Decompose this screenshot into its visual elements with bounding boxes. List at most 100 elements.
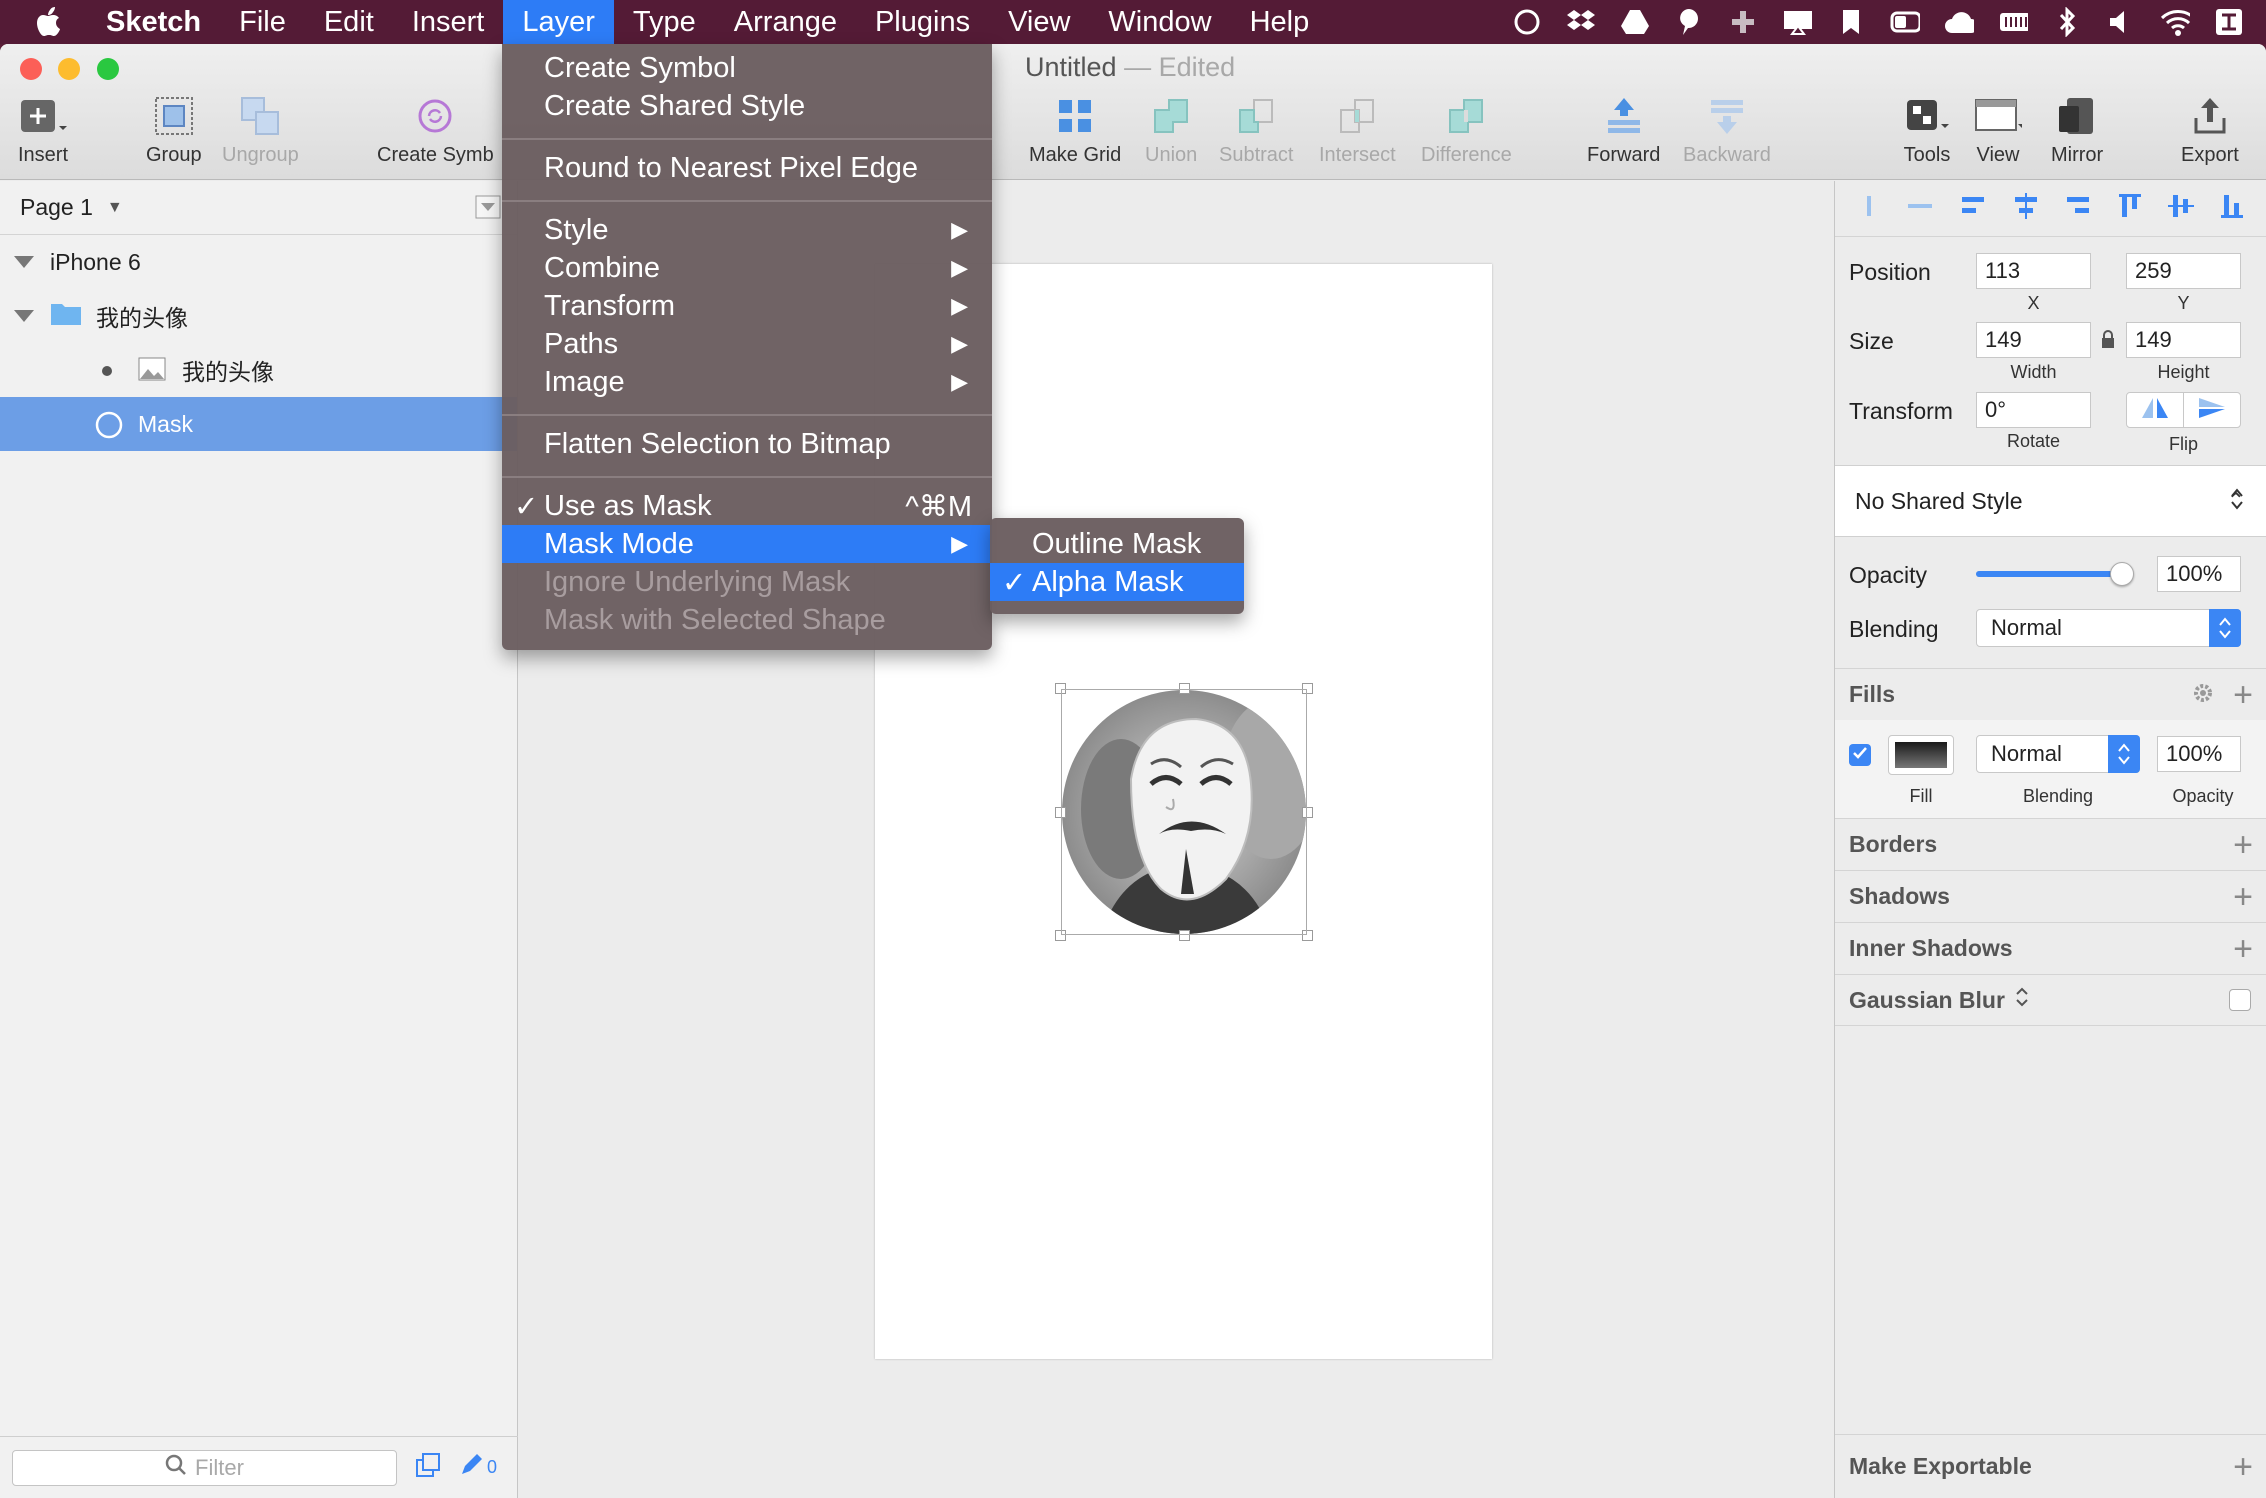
- align-center-horizontal-icon[interactable]: [2012, 193, 2040, 224]
- collapse-pages-icon[interactable]: [475, 195, 501, 225]
- menu-item-mask-mode[interactable]: Mask Mode ▶: [502, 525, 992, 563]
- menu-window[interactable]: Window: [1089, 0, 1230, 44]
- make-exportable-section[interactable]: Make Exportable +: [1835, 1434, 2266, 1498]
- insert-button[interactable]: Insert: [18, 92, 68, 167]
- menu-layer[interactable]: Layer: [503, 0, 614, 44]
- width-field[interactable]: 149: [1976, 322, 2091, 358]
- circle-status-icon[interactable]: [1512, 7, 1542, 37]
- ungroup-button[interactable]: Ungroup: [222, 92, 299, 167]
- menu-item-transform[interactable]: Transform ▶: [502, 287, 992, 325]
- symbols-filter-icon[interactable]: [415, 1452, 441, 1483]
- mirror-button[interactable]: Mirror: [2051, 92, 2103, 167]
- battery-toggle-icon[interactable]: [1890, 7, 1920, 37]
- menu-item-image[interactable]: Image ▶: [502, 363, 992, 401]
- distribute-horizontal-icon[interactable]: [1857, 194, 1881, 223]
- menu-insert[interactable]: Insert: [393, 0, 504, 44]
- menu-item-create-symbol[interactable]: Create Symbol: [502, 49, 992, 87]
- flip-horizontal-button[interactable]: [2127, 393, 2184, 427]
- menu-file[interactable]: File: [220, 0, 305, 44]
- minimize-window-button[interactable]: [58, 58, 80, 80]
- airplay-display-icon[interactable]: [1782, 7, 1812, 37]
- menu-item-round-pixel[interactable]: Round to Nearest Pixel Edge: [502, 149, 992, 187]
- bookmark-icon[interactable]: [1836, 7, 1866, 37]
- y-position-field[interactable]: 259: [2126, 253, 2241, 289]
- fill-enabled-checkbox[interactable]: [1849, 744, 1871, 766]
- align-middle-vertical-icon[interactable]: [2167, 192, 2194, 225]
- apple-menu-icon[interactable]: [0, 0, 100, 44]
- layer-image[interactable]: 我的头像: [0, 343, 517, 397]
- memory-icon[interactable]: [1998, 7, 2028, 37]
- add-shadow-icon[interactable]: +: [2233, 880, 2253, 914]
- opacity-slider[interactable]: [1976, 562, 2134, 586]
- intersect-button[interactable]: Intersect: [1319, 92, 1396, 167]
- fill-color-well[interactable]: [1888, 735, 1954, 775]
- input-method-icon[interactable]: [2214, 7, 2244, 37]
- close-window-button[interactable]: [20, 58, 42, 80]
- lock-proportions-icon[interactable]: [2100, 330, 2116, 355]
- gaussian-blur-checkbox[interactable]: [2229, 989, 2251, 1011]
- add-export-icon[interactable]: +: [2233, 1450, 2253, 1484]
- height-field[interactable]: 149: [2126, 322, 2241, 358]
- flip-vertical-button[interactable]: [2184, 393, 2240, 427]
- union-button[interactable]: Union: [1145, 92, 1197, 167]
- align-right-icon[interactable]: [2064, 193, 2092, 224]
- opacity-slider-knob[interactable]: [2110, 562, 2134, 586]
- menu-edit[interactable]: Edit: [305, 0, 393, 44]
- blending-select[interactable]: Normal: [1976, 609, 2241, 647]
- difference-button[interactable]: Difference: [1421, 92, 1512, 167]
- make-grid-button[interactable]: Make Grid: [1029, 92, 1121, 167]
- dropbox-icon[interactable]: [1566, 7, 1596, 37]
- disclosure-triangle-icon[interactable]: [14, 310, 34, 322]
- forward-button[interactable]: Forward: [1587, 92, 1660, 167]
- fill-opacity-field[interactable]: 100%: [2157, 736, 2241, 772]
- menu-app-sketch[interactable]: Sketch: [100, 0, 220, 44]
- disclosure-triangle-icon[interactable]: [14, 256, 34, 268]
- menu-arrange[interactable]: Arrange: [715, 0, 856, 44]
- add-inner-shadow-icon[interactable]: +: [2233, 932, 2253, 966]
- shared-style-select[interactable]: No Shared Style ⌃: [1835, 466, 2266, 536]
- filter-input[interactable]: Filter: [12, 1449, 397, 1486]
- menu-item-ignore-underlying-mask[interactable]: Ignore Underlying Mask: [502, 563, 992, 601]
- menu-item-outline-mask[interactable]: Outline Mask: [990, 525, 1244, 563]
- volume-icon[interactable]: [2106, 7, 2136, 37]
- google-drive-icon[interactable]: [1620, 7, 1650, 37]
- add-border-icon[interactable]: +: [2233, 828, 2253, 862]
- menu-item-alpha-mask[interactable]: ✓ Alpha Mask: [990, 563, 1244, 601]
- cloud-icon[interactable]: [1944, 7, 1974, 37]
- group-button[interactable]: Group: [146, 92, 202, 167]
- edited-filter-button[interactable]: 0: [459, 1453, 497, 1482]
- plus-status-icon[interactable]: [1728, 7, 1758, 37]
- backward-button[interactable]: Backward: [1683, 92, 1771, 167]
- layer-artboard[interactable]: iPhone 6: [0, 235, 517, 289]
- shadows-section-header[interactable]: Shadows +: [1835, 870, 2266, 922]
- export-button[interactable]: Export: [2181, 92, 2239, 167]
- menu-item-mask-with-selected-shape[interactable]: Mask with Selected Shape: [502, 601, 992, 639]
- gaussian-blur-section-header[interactable]: Gaussian Blur: [1835, 974, 2266, 1026]
- wifi-icon[interactable]: [2160, 7, 2190, 37]
- gear-icon[interactable]: [2191, 681, 2215, 711]
- menu-view[interactable]: View: [989, 0, 1089, 44]
- pinterest-icon[interactable]: [1674, 7, 1704, 37]
- rotate-field[interactable]: 0°: [1976, 392, 2091, 428]
- create-symbol-button[interactable]: Create Symb: [377, 92, 494, 167]
- borders-section-header[interactable]: Borders +: [1835, 818, 2266, 870]
- menu-item-flatten[interactable]: Flatten Selection to Bitmap: [502, 425, 992, 463]
- page-selector[interactable]: Page 1 ▼: [0, 181, 517, 235]
- align-left-icon[interactable]: [1959, 193, 1987, 224]
- menu-item-paths[interactable]: Paths ▶: [502, 325, 992, 363]
- add-fill-icon[interactable]: +: [2233, 678, 2253, 712]
- distribute-vertical-icon[interactable]: [1906, 194, 1934, 223]
- menu-help[interactable]: Help: [1231, 0, 1329, 44]
- bluetooth-icon[interactable]: [2052, 7, 2082, 37]
- menu-item-create-shared-style[interactable]: Create Shared Style: [502, 87, 992, 125]
- subtract-button[interactable]: Subtract: [1219, 92, 1293, 167]
- menu-plugins[interactable]: Plugins: [856, 0, 989, 44]
- x-position-field[interactable]: 113: [1976, 253, 2091, 289]
- zoom-window-button[interactable]: [97, 58, 119, 80]
- opacity-field[interactable]: 100%: [2157, 556, 2241, 592]
- layer-mask[interactable]: Mask: [0, 397, 517, 451]
- menu-item-combine[interactable]: Combine ▶: [502, 249, 992, 287]
- masked-avatar[interactable]: [1055, 683, 1313, 941]
- align-bottom-icon[interactable]: [2219, 192, 2245, 225]
- menu-type[interactable]: Type: [614, 0, 715, 44]
